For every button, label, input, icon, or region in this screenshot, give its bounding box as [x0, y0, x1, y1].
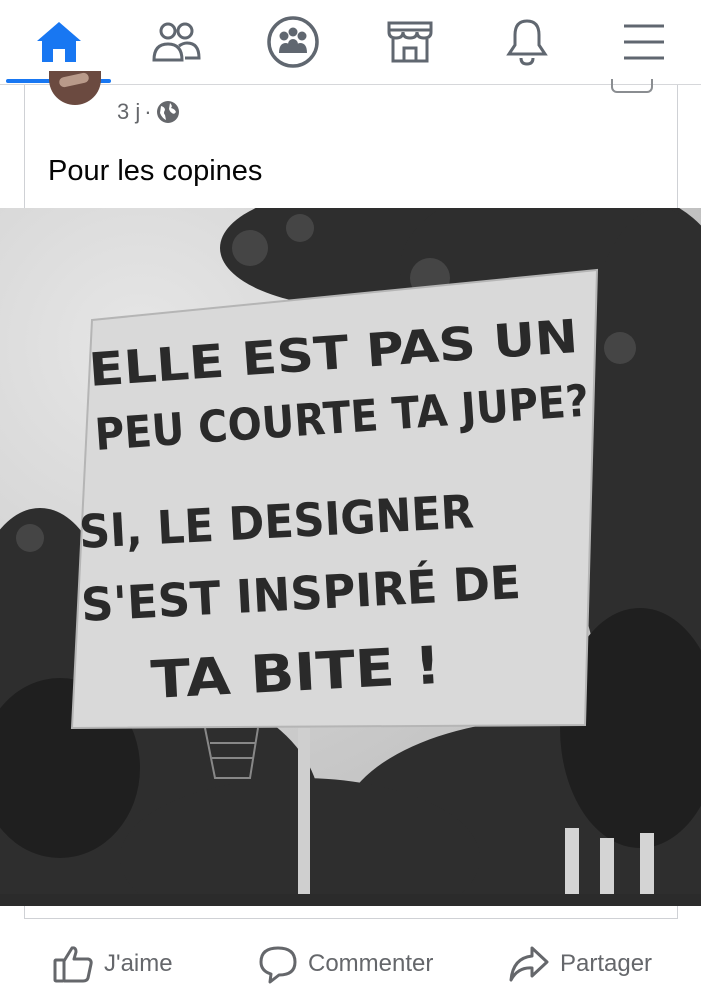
- post-text: Pour les copines: [48, 155, 263, 187]
- globe-icon: [156, 101, 179, 123]
- post-timestamp[interactable]: 3 j: [117, 99, 140, 125]
- post-card: 3 j · Pour les copines: [24, 71, 678, 208]
- nav-menu-tab[interactable]: [585, 0, 701, 84]
- top-navigation-bar: [0, 0, 701, 85]
- nav-notifications-tab[interactable]: [468, 0, 585, 84]
- comment-bubble-icon: [259, 946, 297, 984]
- meta-separator: ·: [144, 99, 152, 124]
- home-icon: [36, 22, 81, 62]
- like-label: J'aime: [104, 950, 173, 977]
- marketplace-icon: [387, 21, 432, 63]
- share-arrow-icon: [509, 946, 549, 982]
- author-avatar[interactable]: [49, 71, 101, 105]
- nav-friends-tab[interactable]: [117, 0, 234, 84]
- like-button[interactable]: J'aime: [52, 930, 173, 998]
- nav-groups-tab[interactable]: [234, 0, 351, 84]
- share-label: Partager: [560, 950, 653, 977]
- post-actions-bar: J'aime Commenter Partager: [0, 930, 701, 998]
- post-options-button[interactable]: [611, 79, 653, 93]
- protest-sign-image: ELLE EST PAS UN PEU COURTE TA JUPE? SI, …: [0, 208, 701, 894]
- menu-icon: [623, 24, 664, 60]
- comment-label: Commenter: [308, 950, 434, 977]
- thumbs-up-icon: [53, 946, 93, 983]
- share-button[interactable]: Partager: [508, 930, 652, 998]
- friends-icon: [151, 22, 201, 62]
- post-meta: 3 j ·: [117, 97, 180, 127]
- post-card-footer-border: [24, 906, 678, 919]
- groups-icon: [266, 16, 319, 68]
- comment-button[interactable]: Commenter: [258, 930, 433, 998]
- notifications-bell-icon: [505, 19, 548, 66]
- photo-bottom-edge: [0, 894, 701, 906]
- nav-marketplace-tab[interactable]: [351, 0, 468, 84]
- post-photo[interactable]: ELLE EST PAS UN PEU COURTE TA JUPE? SI, …: [0, 208, 701, 894]
